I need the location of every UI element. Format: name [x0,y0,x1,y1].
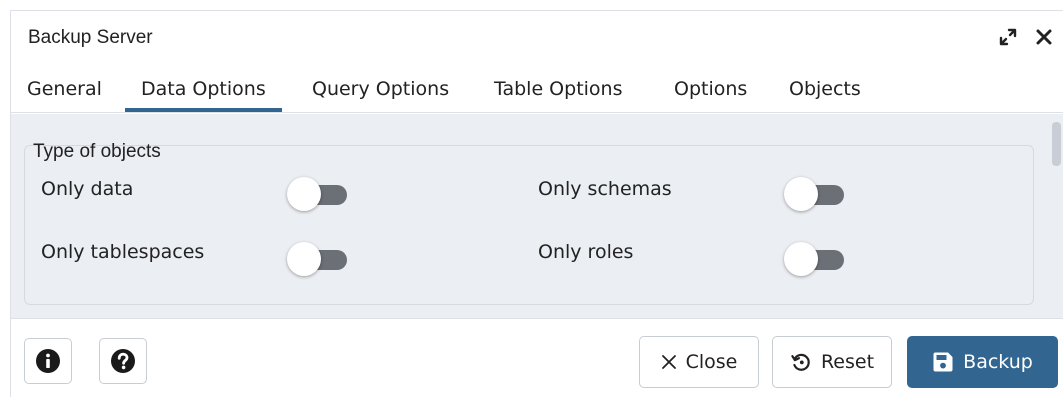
close-icon [1036,29,1052,45]
dialog-title: Backup Server [28,27,153,48]
info-button[interactable] [24,338,72,384]
tab-general[interactable]: General [27,78,102,100]
tab-data-options[interactable]: Data Options [125,78,282,112]
only-tablespaces-label: Only tablespaces [41,241,205,263]
backup-button-label: Backup [963,351,1033,373]
info-icon [36,349,60,373]
reset-icon [791,353,810,371]
help-icon [111,349,135,373]
tab-options[interactable]: Options [674,78,747,100]
backup-button[interactable]: Backup [907,336,1058,388]
reset-button-label: Reset [820,351,875,373]
type-of-objects-fieldset [24,145,1034,305]
tab-query-options[interactable]: Query Options [312,78,449,100]
tab-bar: General Data Options Query Options Table… [11,69,1063,113]
tab-objects[interactable]: Objects [789,78,861,100]
dialog-footer: Close Reset Backup [11,318,1063,397]
toggle-knob [784,177,818,211]
only-schemas-toggle[interactable] [784,177,846,213]
tab-table-options[interactable]: Table Options [494,78,622,100]
tab-content-panel: Only data Only schemas Only tablespaces … [11,114,1063,318]
only-data-toggle[interactable] [287,177,349,213]
toggle-knob [784,242,818,276]
only-roles-label: Only roles [538,241,634,263]
toggle-knob [287,242,321,276]
close-button-label: Close [685,351,738,373]
fieldset-legend: Type of objects [33,141,161,162]
expand-button[interactable] [996,25,1020,49]
dialog-titlebar[interactable]: Backup Server [11,11,1063,66]
close-dialog-button[interactable] [1032,25,1056,49]
only-data-label: Only data [41,178,134,200]
only-tablespaces-toggle[interactable] [287,242,349,278]
scrollbar-thumb[interactable] [1052,122,1061,166]
save-icon [933,352,953,372]
content-scrollbar[interactable] [1049,114,1063,318]
only-schemas-label: Only schemas [538,178,672,200]
close-icon [661,355,676,369]
backup-server-dialog: Backup Server General Data Options Query… [10,10,1063,397]
reset-button[interactable]: Reset [772,336,892,388]
expand-icon [999,28,1017,46]
only-roles-toggle[interactable] [784,242,846,278]
help-button[interactable] [99,338,147,384]
close-button[interactable]: Close [639,336,759,388]
toggle-knob [287,177,321,211]
